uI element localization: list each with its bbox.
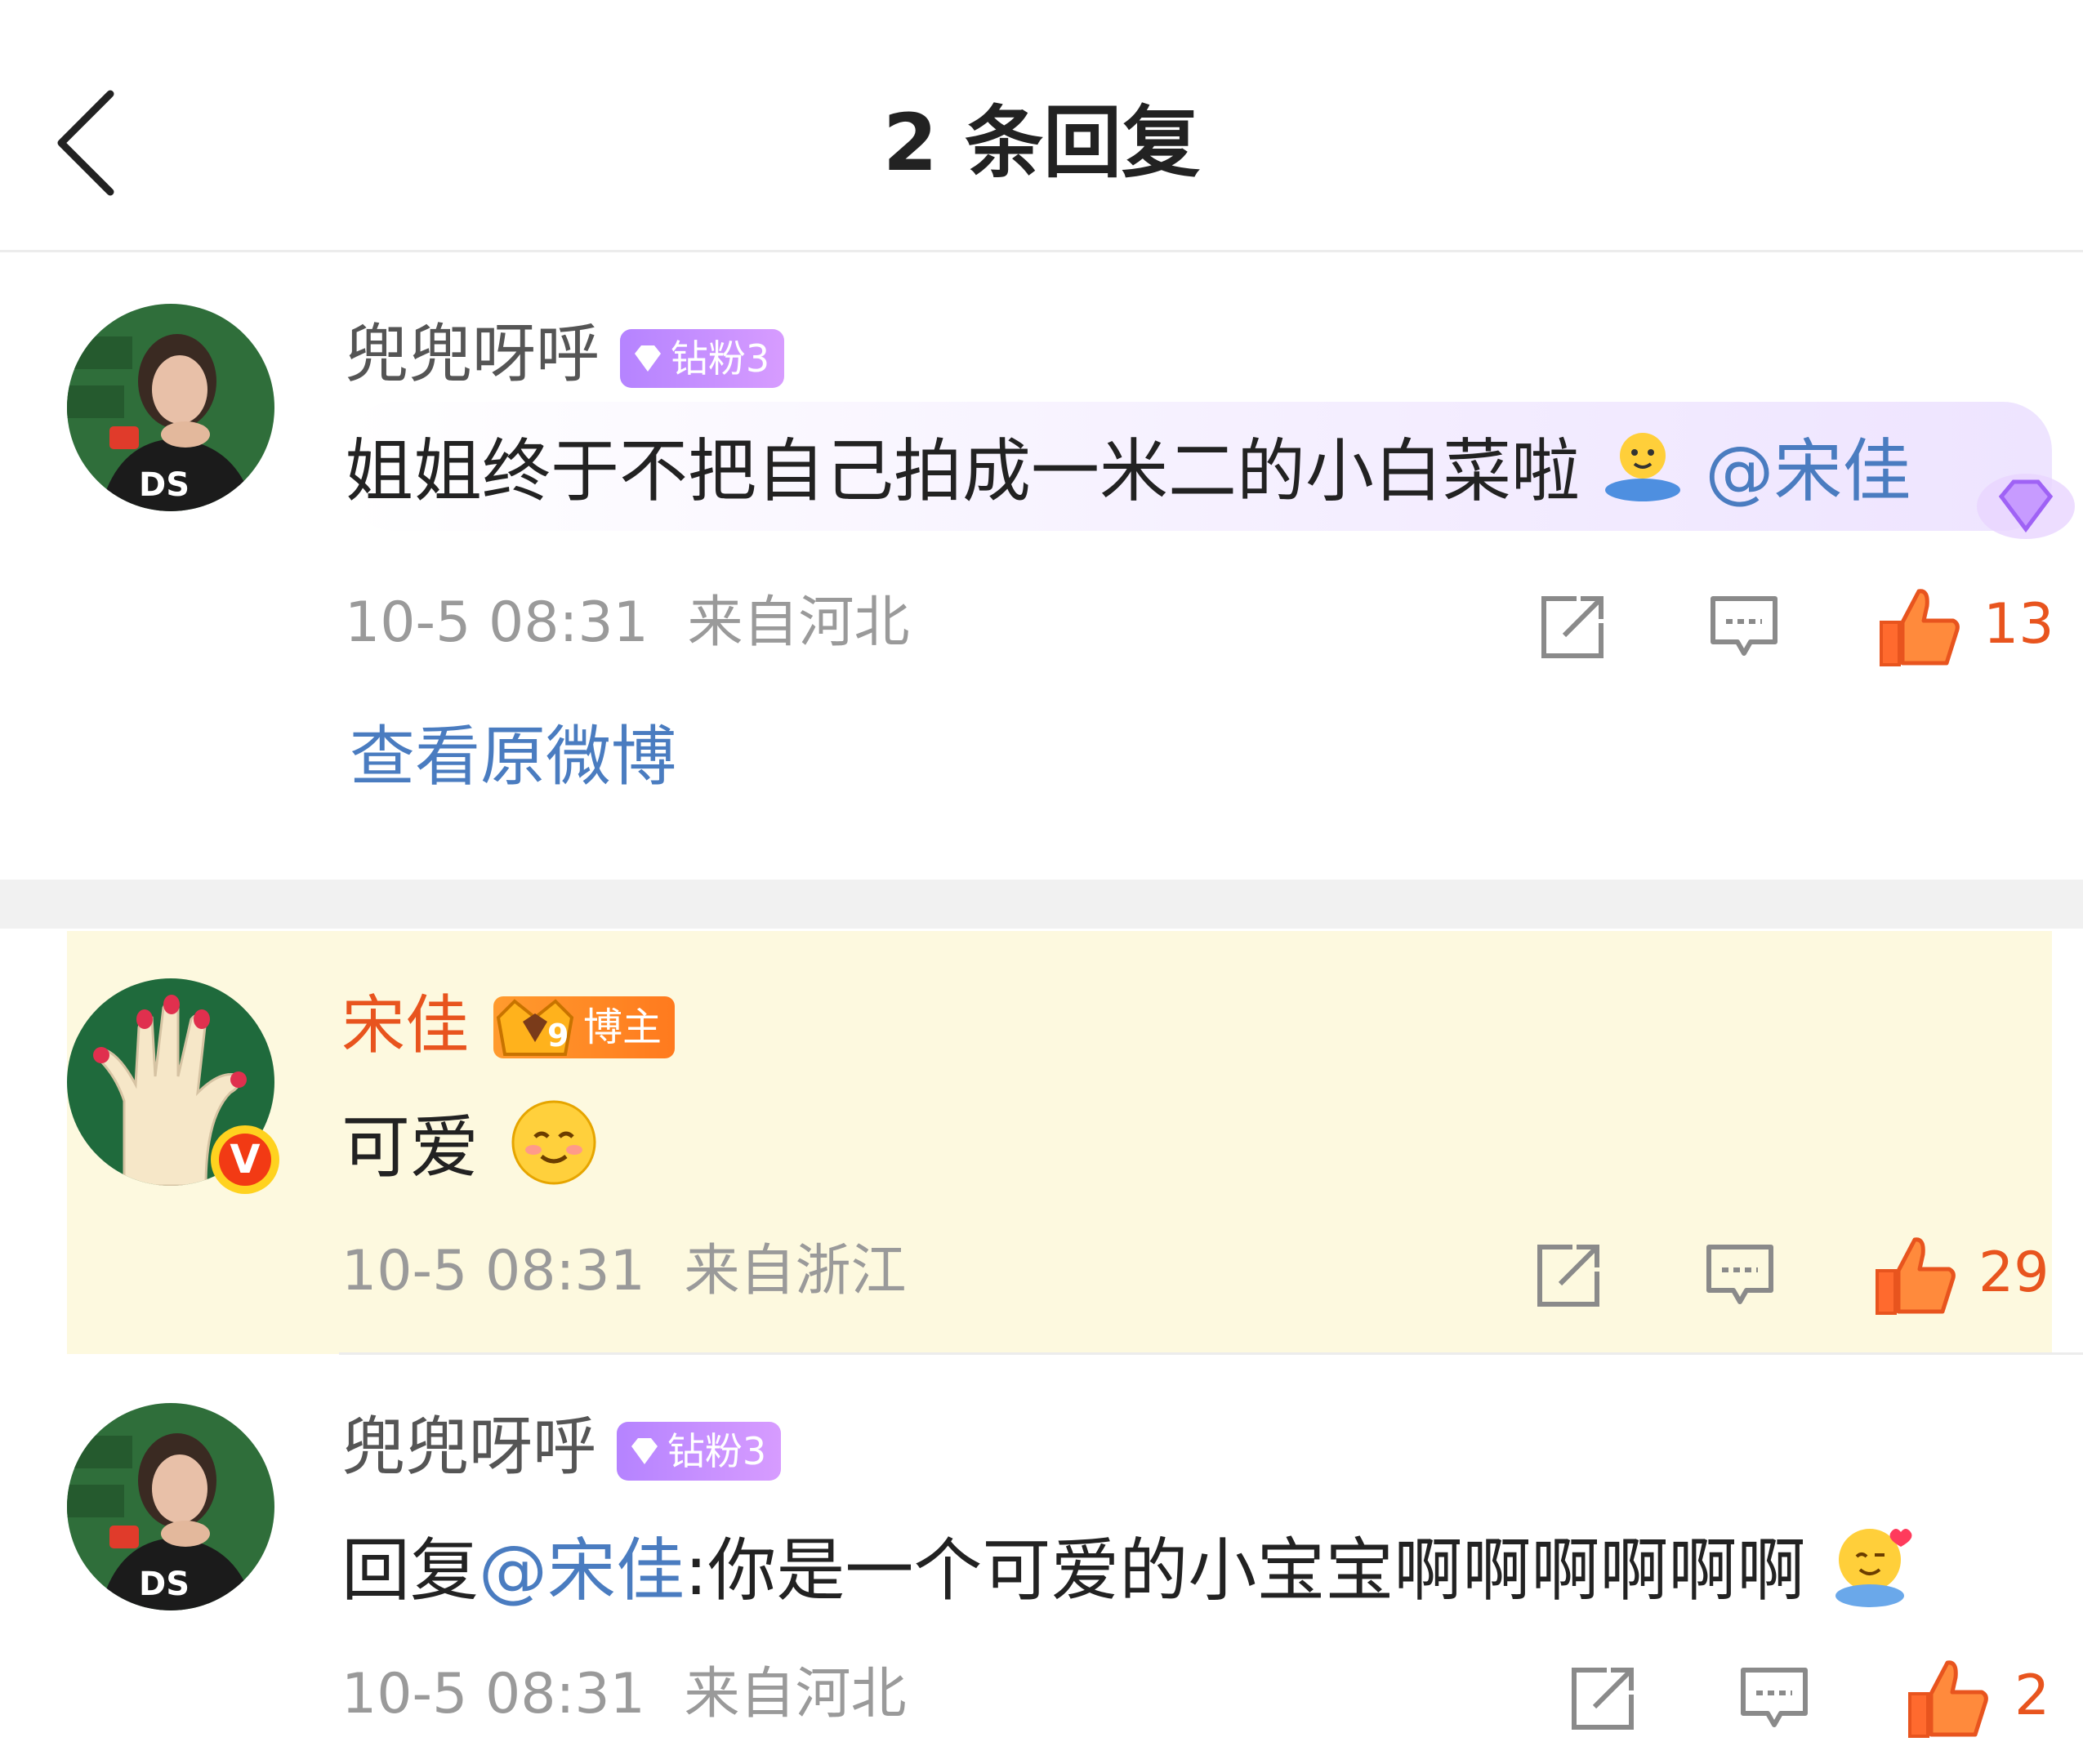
comment-text: 回复@宋佳:你是一个可爱的小宝宝啊啊啊啊啊啊	[341, 1521, 1917, 1615]
username-author[interactable]: 宋佳	[341, 985, 469, 1067]
svg-text:DS: DS	[139, 1566, 190, 1603]
comment-text: 可爱	[341, 1098, 599, 1192]
share-icon	[1541, 596, 1604, 658]
share-button[interactable]	[1562, 1658, 1644, 1740]
comment-meta: 10-5 08:31 来自浙江	[341, 1235, 907, 1308]
username-text: 兜兜呀呼	[341, 1410, 597, 1484]
location: 来自浙江	[684, 1239, 907, 1303]
username[interactable]: 兜兜呀呼 钻粉3	[345, 314, 785, 395]
avatar[interactable]: DS	[67, 1403, 274, 1610]
reply-button[interactable]	[1703, 586, 1785, 668]
verified-badge: V	[211, 1125, 279, 1194]
share-icon	[1572, 1668, 1634, 1730]
like-count: 29	[1978, 1241, 2050, 1305]
location: 来自河北	[687, 590, 910, 655]
reply-button[interactable]	[1699, 1235, 1781, 1316]
fan-badge-label: 钻粉3	[667, 1428, 767, 1473]
comment-body: 可爱	[341, 1107, 479, 1187]
author-level: 9	[547, 1018, 569, 1054]
comment-icon	[1706, 1245, 1773, 1304]
section-separator	[0, 880, 2083, 929]
like-button[interactable]	[1903, 1653, 1993, 1738]
timestamp: 10-5 08:31	[345, 590, 649, 655]
hug-emoji-icon	[1602, 430, 1684, 503]
like-button[interactable]	[1875, 581, 1965, 666]
location: 来自河北	[684, 1662, 907, 1726]
share-button[interactable]	[1528, 1235, 1609, 1316]
comment-body: 姐姐终于不把自己拍成一米二的小白菜啦	[345, 431, 1581, 511]
diamond-fan-icon	[1969, 457, 2083, 559]
username[interactable]: 兜兜呀呼 钻粉3	[341, 1406, 782, 1488]
like-count: 13	[1983, 592, 2054, 657]
page-title: 2 条回复	[882, 97, 1201, 189]
reply-button[interactable]	[1733, 1658, 1815, 1740]
like-count: 2	[2014, 1664, 2050, 1728]
thumbs-up-icon	[1908, 1660, 1988, 1738]
thumbs-up-icon	[1880, 589, 1960, 666]
username-text: 兜兜呀呼	[345, 318, 600, 391]
avatar[interactable]: DS	[67, 304, 274, 511]
fan-badge[interactable]: 钻粉3	[619, 328, 785, 388]
blogger-badge-label: 博主	[583, 1004, 662, 1050]
timestamp: 10-5 08:31	[341, 1662, 645, 1726]
comment-text: 姐姐终于不把自己拍成一米二的小白菜啦 @宋佳	[345, 426, 1911, 516]
diamond-icon	[631, 1437, 658, 1464]
divider	[339, 1352, 2083, 1355]
reply-prefix: 回复	[341, 1530, 479, 1610]
like-button[interactable]	[1871, 1230, 1960, 1315]
comment-body: :你是一个可爱的小宝宝啊啊啊啊啊啊	[685, 1530, 1806, 1610]
view-original-link[interactable]: 查看原微博	[350, 712, 676, 802]
mention-link[interactable]: @宋佳	[1705, 431, 1911, 511]
hug-heart-emoji-icon	[1827, 1521, 1917, 1610]
smile-emoji-icon	[509, 1098, 599, 1187]
user-photo: DS	[67, 304, 274, 511]
thumbs-up-icon	[1876, 1237, 1956, 1315]
comment-meta: 10-5 08:31 来自河北	[345, 586, 910, 660]
user-photo: DS	[67, 1403, 274, 1610]
share-button[interactable]	[1532, 586, 1613, 668]
comment-icon	[1741, 1668, 1808, 1727]
timestamp: 10-5 08:31	[341, 1239, 645, 1303]
svg-text:DS: DS	[139, 466, 190, 504]
share-icon	[1537, 1245, 1599, 1307]
comment-icon	[1711, 596, 1777, 656]
comment-meta: 10-5 08:31 来自河北	[341, 1658, 907, 1731]
fan-badge-label: 钻粉3	[670, 336, 770, 381]
fan-badge[interactable]: 钻粉3	[616, 1421, 782, 1481]
diamond-icon	[634, 345, 661, 372]
verified-icon: V	[219, 1134, 271, 1186]
mention-link[interactable]: @宋佳	[479, 1530, 685, 1610]
